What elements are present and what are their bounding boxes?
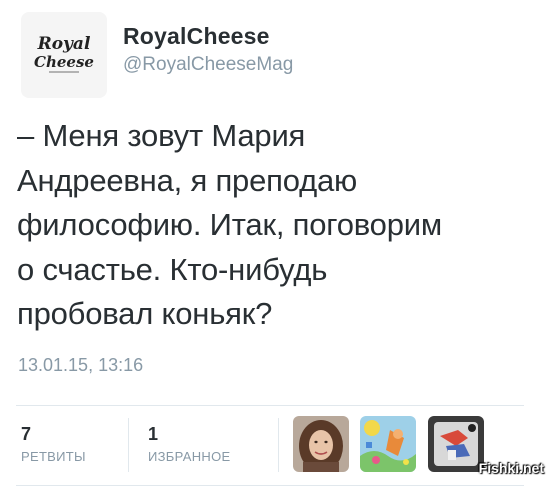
favorites-count: 1 [148, 424, 159, 444]
tweet-text: – Меня зовут Мария Андреевна, я преподаю… [17, 118, 442, 331]
retweets-stat[interactable]: 7 РЕТВИТЫ [21, 424, 86, 464]
stat-separator [278, 418, 279, 472]
retweets-count: 7 [21, 424, 32, 444]
divider [16, 485, 524, 486]
author-name[interactable]: RoyalCheese [123, 23, 270, 50]
svg-text:Royal: Royal [37, 34, 91, 54]
divider [16, 405, 524, 406]
favorites-label: ИЗБРАННОЕ [148, 449, 231, 464]
svg-text:Cheese: Cheese [34, 53, 94, 71]
favorited-user-avatar[interactable] [360, 416, 416, 472]
favorited-user-avatar[interactable] [293, 416, 349, 472]
watermark-text: Fishki.net [478, 460, 544, 476]
tweet-timestamp[interactable]: 13.01.15, 13:16 [18, 355, 143, 376]
favorites-stat[interactable]: 1 ИЗБРАННОЕ [148, 424, 230, 464]
user-avatar-woman-icon [293, 416, 349, 472]
stat-separator [128, 418, 129, 472]
author-avatar[interactable]: Royal Cheese [21, 12, 107, 98]
user-avatar-dark-icon [428, 416, 484, 472]
royal-cheese-logo: Royal Cheese [34, 34, 94, 73]
user-avatar-illustration-icon [360, 416, 416, 472]
favorited-user-avatar[interactable] [428, 416, 484, 472]
author-handle[interactable]: @RoyalCheeseMag [123, 54, 293, 76]
retweets-label: РЕТВИТЫ [21, 449, 86, 464]
